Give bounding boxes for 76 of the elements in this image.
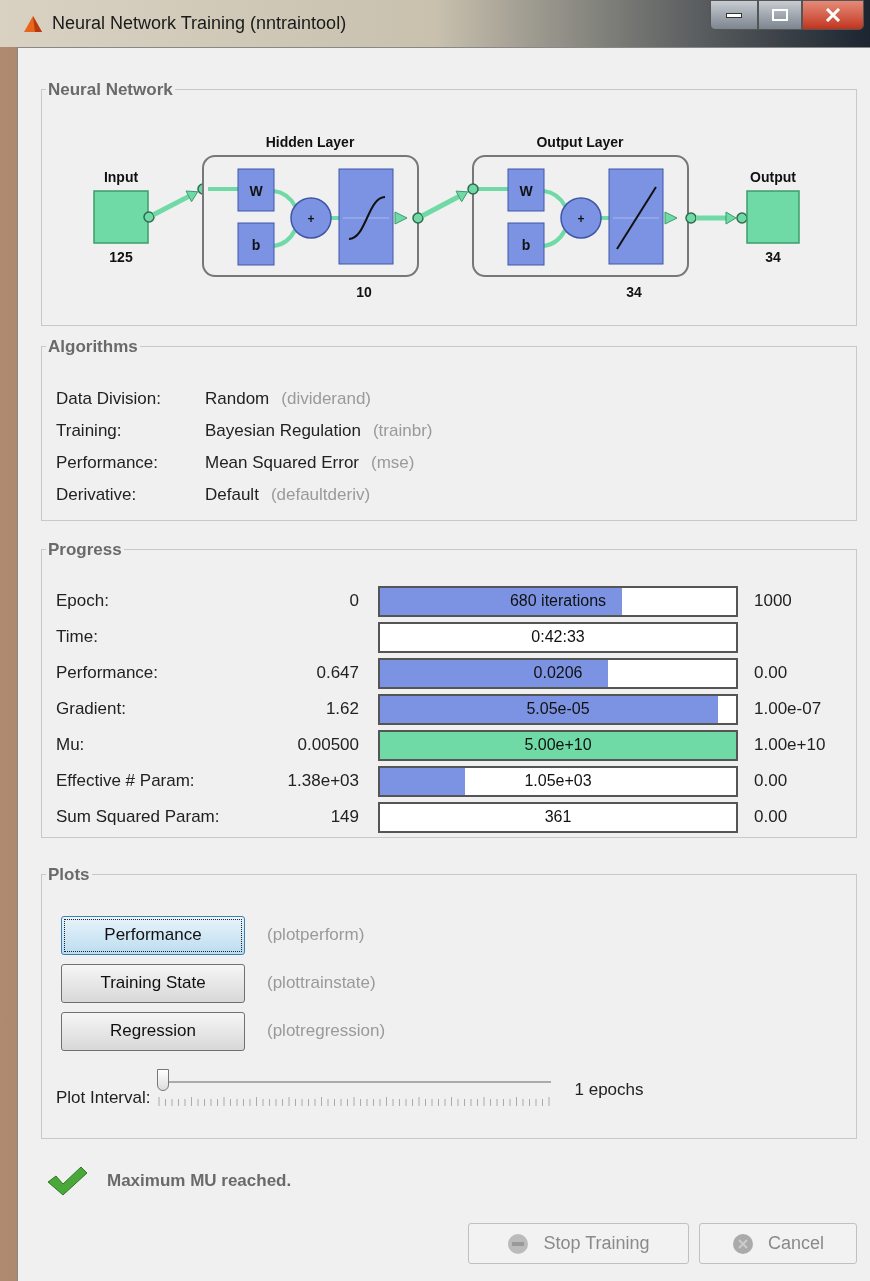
- target-value: 1000: [754, 590, 792, 613]
- layer-title: Hidden Layer: [265, 134, 355, 150]
- weight-block: W: [507, 168, 545, 212]
- layer-size: 10: [356, 284, 372, 300]
- target-value: 0.00: [754, 662, 788, 685]
- bar-reading: 680 iterations: [508, 591, 608, 611]
- checkmark-icon: [45, 1164, 89, 1198]
- plot-button[interactable]: Regression: [61, 1011, 245, 1051]
- slider-label: Plot Interval:: [56, 1087, 151, 1109]
- initial-value: 149: [330, 806, 359, 829]
- stop-icon: [507, 1232, 530, 1255]
- bar-reading: 5.05e-05: [525, 699, 591, 719]
- algorithm-label: Training:: [56, 420, 123, 443]
- plot-button[interactable]: Training State: [61, 963, 245, 1003]
- bar-reading: 5.00e+10: [523, 735, 593, 755]
- algorithm-label: Performance:: [56, 452, 160, 475]
- bar-reading: 0.0206: [532, 663, 584, 683]
- output-label: Output: [750, 169, 796, 185]
- target-value: 0.00: [754, 806, 788, 829]
- bar-reading: 0:42:33: [530, 627, 586, 647]
- algorithm-value: Random: [205, 388, 270, 411]
- function-name: (plotperform): [267, 924, 365, 947]
- target-value: 1.00e-07: [754, 698, 822, 721]
- close-button[interactable]: [802, 0, 864, 30]
- initial-value: 0.647: [316, 662, 359, 685]
- layer-size: 34: [626, 284, 642, 300]
- weight-block: W: [237, 168, 275, 212]
- connection-arrow: [685, 211, 748, 225]
- bias-block: b: [237, 222, 275, 266]
- arrow-icon: [664, 211, 678, 225]
- status-message: Maximum MU reached.: [107, 1170, 292, 1193]
- interval-value: 1 epochs: [574, 1079, 644, 1101]
- progress-label: Performance:: [56, 662, 160, 685]
- function-name: (mse): [371, 452, 415, 475]
- connection-arrow: [412, 183, 479, 224]
- initial-value: 0.00500: [297, 734, 359, 757]
- close-icon: [825, 8, 841, 22]
- plot-button[interactable]: Performance: [61, 915, 245, 955]
- maximize-button[interactable]: [758, 0, 802, 30]
- bar-reading: 1.05e+03: [523, 771, 593, 791]
- input-block: [93, 190, 149, 244]
- initial-value: 1.38e+03: [287, 770, 359, 793]
- algorithm-value: Mean Squared Error: [205, 452, 360, 475]
- window-title: Neural Network Training (nntraintool): [52, 12, 347, 35]
- progress-label: Mu:: [56, 734, 86, 757]
- algorithm-value: Default: [205, 484, 259, 507]
- slider-thumb[interactable]: [156, 1069, 169, 1091]
- arrow-icon: [394, 211, 408, 225]
- output-size: 34: [765, 249, 781, 265]
- input-size: 125: [109, 249, 133, 265]
- input-label: Input: [103, 169, 139, 185]
- function-name: (defaultderiv): [270, 484, 371, 507]
- algorithm-value: Bayesian Regulation: [205, 420, 361, 443]
- function-name: (dividerand): [281, 388, 372, 411]
- bar-reading: 361: [543, 807, 573, 827]
- progress-label: Epoch:: [56, 590, 110, 613]
- minimize-button[interactable]: [710, 0, 758, 30]
- sum-node: +: [290, 197, 332, 239]
- function-name: (trainbr): [372, 420, 433, 443]
- bias-block: b: [507, 222, 545, 266]
- progress-label: Effective # Param:: [56, 770, 196, 793]
- sum-node: +: [560, 197, 602, 239]
- initial-value: 0: [349, 590, 359, 613]
- progress-label: Time:: [56, 626, 99, 649]
- algorithm-label: Derivative:: [56, 484, 138, 507]
- target-value: 1.00e+10: [754, 734, 826, 757]
- layer-title: Output Layer: [536, 134, 624, 150]
- algorithm-label: Data Division:: [56, 388, 162, 411]
- initial-value: 1.62: [325, 698, 359, 721]
- cancel-icon: [732, 1232, 754, 1255]
- function-name: (plottrainstate): [267, 972, 376, 995]
- output-block: [746, 190, 800, 244]
- progress-label: Sum Squared Param:: [56, 806, 221, 829]
- function-name: (plotregression): [267, 1020, 386, 1043]
- target-value: 0.00: [754, 770, 788, 793]
- progress-label: Gradient:: [56, 698, 127, 721]
